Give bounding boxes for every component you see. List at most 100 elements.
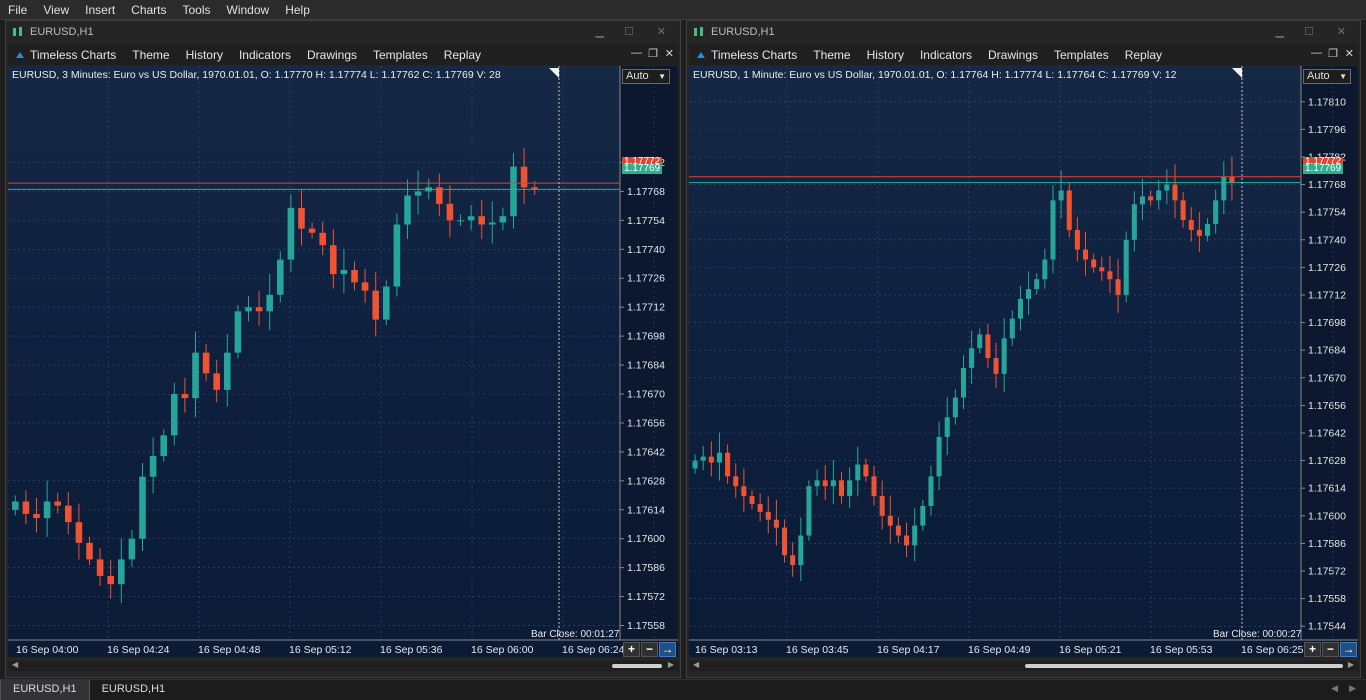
brand-label[interactable]: Timeless Charts: [709, 48, 805, 62]
chart-restore-icon[interactable]: ❐: [1328, 47, 1338, 60]
scale-mode-select[interactable]: Auto ▼: [622, 69, 670, 84]
menu-view[interactable]: View: [35, 3, 77, 17]
chart-minimize-icon[interactable]: —: [631, 47, 642, 59]
y-tick-label: 1.17698: [627, 331, 665, 343]
candle: [234, 305, 242, 359]
maximize-icon[interactable]: ☐: [624, 25, 634, 38]
close-icon[interactable]: ✕: [1337, 25, 1346, 38]
menu-tools[interactable]: Tools: [175, 3, 219, 17]
menu-help[interactable]: Help: [277, 3, 318, 17]
candle-body: [952, 397, 958, 418]
candle-body: [1107, 271, 1113, 280]
menu-theme[interactable]: Theme: [124, 48, 177, 62]
time-marker-triangle-icon[interactable]: [549, 68, 559, 78]
candle: [192, 331, 199, 418]
chart-canvas[interactable]: 1.177821.177681.177541.177401.177261.177…: [8, 66, 678, 657]
candle-body: [43, 501, 51, 519]
scale-mode-select[interactable]: Auto ▼: [1303, 69, 1351, 84]
candle: [96, 548, 104, 586]
candle-body: [977, 334, 983, 349]
menu-templates[interactable]: Templates: [365, 48, 436, 62]
chart-minimize-icon[interactable]: —: [1311, 47, 1322, 59]
time-marker-triangle-icon[interactable]: [1232, 68, 1242, 78]
candle: [393, 213, 401, 297]
candle: [1139, 178, 1145, 221]
menu-drawings[interactable]: Drawings: [980, 48, 1046, 62]
y-tick-label: 1.17740: [627, 244, 665, 256]
scroll-to-end-button[interactable]: →: [1340, 642, 1357, 657]
chart-canvas[interactable]: 1.178101.177961.177821.177681.177541.177…: [689, 66, 1358, 657]
candle: [308, 222, 316, 239]
zoom-in-button[interactable]: +: [623, 642, 640, 657]
candle: [936, 421, 942, 491]
chart-restore-icon[interactable]: ❐: [648, 47, 658, 60]
menu-templates[interactable]: Templates: [1046, 48, 1117, 62]
menu-indicators[interactable]: Indicators: [231, 48, 299, 62]
scroll-left-icon[interactable]: ◀: [12, 660, 18, 669]
scrollbar-thumb[interactable]: [1025, 664, 1343, 668]
candle-body: [33, 513, 40, 519]
horizontal-scrollbar[interactable]: ◀ ▶: [689, 660, 1358, 671]
candle-body: [1042, 259, 1048, 280]
candle-body: [128, 538, 136, 560]
candle-body: [749, 496, 755, 504]
candle-body: [1001, 338, 1007, 374]
candle-body: [266, 294, 273, 312]
scroll-right-icon[interactable]: ▶: [668, 660, 674, 669]
chart-close-icon[interactable]: ✕: [1345, 47, 1354, 60]
candle-body: [372, 290, 379, 320]
price-chart[interactable]: 1.178101.177961.177821.177681.177541.177…: [689, 66, 1358, 657]
chart-close-icon[interactable]: ✕: [665, 47, 674, 60]
timeless-charts-logo-icon: [689, 49, 709, 61]
candle: [814, 469, 820, 496]
maximize-icon[interactable]: ☐: [1304, 25, 1314, 38]
zoom-in-button[interactable]: +: [1304, 642, 1321, 657]
menu-replay[interactable]: Replay: [436, 48, 489, 62]
minimize-icon[interactable]: ▁: [596, 25, 604, 38]
menu-file[interactable]: File: [0, 3, 35, 17]
candle: [1058, 170, 1064, 219]
menu-history[interactable]: History: [178, 48, 231, 62]
menu-insert[interactable]: Insert: [77, 3, 123, 17]
zoom-out-button[interactable]: −: [641, 642, 658, 657]
tab-eurusd-h1-left[interactable]: EURUSD,H1: [0, 680, 90, 700]
price-chart[interactable]: 1.177821.177681.177541.177401.177261.177…: [8, 66, 678, 657]
menu-drawings[interactable]: Drawings: [299, 48, 365, 62]
candle: [765, 496, 771, 534]
chart-toolbar: Timeless Charts Theme History Indicators…: [8, 44, 678, 65]
candle-body: [855, 464, 861, 481]
minimize-icon[interactable]: ▁: [1276, 25, 1284, 38]
brand-label[interactable]: Timeless Charts: [28, 48, 124, 62]
candle: [838, 472, 845, 504]
horizontal-scrollbar[interactable]: ◀ ▶: [8, 660, 678, 671]
menu-indicators[interactable]: Indicators: [912, 48, 980, 62]
candle: [128, 530, 136, 568]
candle-body: [1221, 176, 1227, 201]
scroll-right-icon[interactable]: ▶: [1348, 660, 1354, 669]
zoom-out-button[interactable]: −: [1322, 642, 1339, 657]
candle-body: [1123, 239, 1129, 295]
scroll-to-end-button[interactable]: →: [659, 642, 676, 657]
tab-eurusd-h1-right[interactable]: EURUSD,H1: [90, 680, 178, 700]
close-icon[interactable]: ✕: [657, 25, 666, 38]
menu-history[interactable]: History: [859, 48, 912, 62]
scroll-left-icon[interactable]: ◀: [693, 660, 699, 669]
candle: [741, 468, 747, 513]
candle: [1180, 192, 1186, 228]
tab-scroll-right-icon[interactable]: ▶: [1349, 683, 1356, 694]
candle: [1107, 255, 1113, 294]
menu-window[interactable]: Window: [219, 3, 278, 17]
candle: [1221, 161, 1227, 215]
menu-charts[interactable]: Charts: [123, 3, 174, 17]
candle-body: [330, 245, 337, 275]
candle-body: [213, 373, 220, 390]
scrollbar-thumb[interactable]: [612, 664, 662, 668]
candle: [952, 389, 958, 425]
candle: [790, 542, 796, 577]
menu-theme[interactable]: Theme: [805, 48, 858, 62]
candle: [960, 354, 967, 410]
candle: [733, 463, 739, 498]
menu-replay[interactable]: Replay: [1117, 48, 1170, 62]
tab-scroll-left-icon[interactable]: ◀: [1331, 683, 1338, 694]
candle: [75, 503, 83, 560]
